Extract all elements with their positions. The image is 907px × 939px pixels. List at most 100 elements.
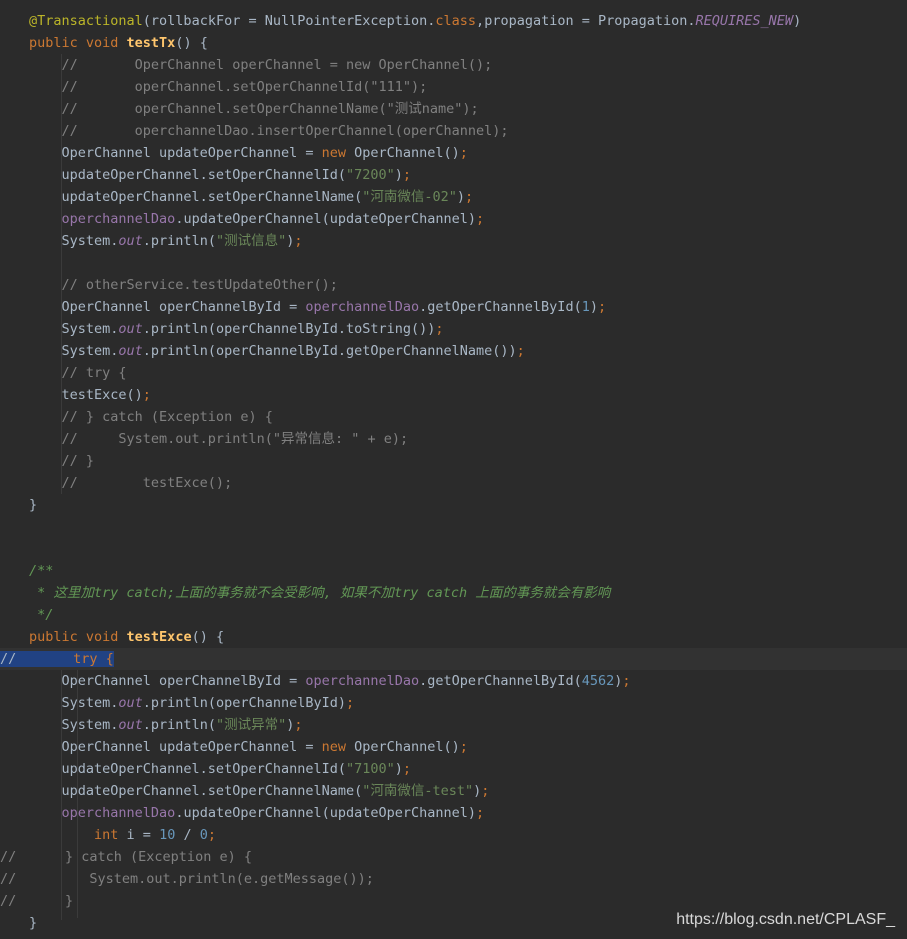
code-line[interactable]: // try { [0, 648, 907, 670]
code-token: updateOperChannel.setOperChannelName( [29, 783, 363, 799]
code-line[interactable]: // try { [0, 362, 907, 384]
code-token: ; [294, 717, 303, 733]
code-token: ; [346, 695, 355, 711]
code-line[interactable] [0, 252, 907, 274]
code-line[interactable] [0, 516, 907, 538]
code-token: public void [29, 629, 127, 645]
code-token: ; [597, 299, 607, 315]
code-token: .println( [142, 717, 216, 733]
code-line[interactable]: // operChannel.setOperChannelId("111"); [0, 76, 907, 98]
code-token: OperChannel() [354, 739, 460, 755]
watermark-text: https://blog.csdn.net/CPLASF_ [676, 911, 895, 928]
code-token: */ [29, 607, 54, 623]
code-token: ;上面的事务就不会受影响, 如果不加 [167, 585, 394, 601]
code-token: ) [589, 299, 598, 315]
code-token: System. [29, 343, 119, 359]
code-token: 4562 [581, 673, 615, 689]
code-token: 0 [199, 827, 208, 843]
code-line[interactable]: } [0, 494, 907, 516]
code-token: int [94, 827, 127, 843]
code-token: new [321, 145, 355, 161]
code-line[interactable]: OperChannel updateOperChannel = new Oper… [0, 736, 907, 758]
code-line[interactable]: // operChannel.setOperChannelName("测试nam… [0, 98, 907, 120]
code-token: OperChannel updateOperChannel = [29, 739, 322, 755]
code-line[interactable]: // } [0, 450, 907, 472]
code-token: // operChannel.setOperChannelId("111"); [29, 79, 428, 95]
code-token: "河南微信-test" [362, 783, 474, 799]
code-token: () { [175, 35, 208, 51]
code-line[interactable]: System.out.println(operChannelById.getOp… [0, 340, 907, 362]
code-line[interactable]: public void testExce() { [0, 626, 907, 648]
code-editor[interactable]: @Transactional(rollbackFor = NullPointer… [0, 0, 907, 939]
code-token: ; [207, 827, 216, 843]
code-token: ; [516, 343, 525, 359]
code-line[interactable]: public void testTx() { [0, 32, 907, 54]
code-token: ; [402, 167, 412, 183]
code-token: "7100" [345, 761, 395, 777]
code-line[interactable]: OperChannel updateOperChannel = new Oper… [0, 142, 907, 164]
code-token: ; [481, 783, 490, 799]
code-token: * 这里加 [29, 585, 94, 601]
code-line[interactable]: updateOperChannel.setOperChannelName("河南… [0, 780, 907, 802]
code-line[interactable]: // operchannelDao.insertOperChannel(oper… [0, 120, 907, 142]
code-line[interactable]: */ [0, 604, 907, 626]
code-token: ; [476, 805, 485, 821]
code-token: REQUIRES_NEW [695, 13, 794, 29]
code-line[interactable]: // } catch (Exception e) { [0, 406, 907, 428]
code-token: (rollbackFor = NullPointerException. [142, 13, 436, 29]
code-token: OperChannel operChannelById = [29, 673, 306, 689]
code-token: ) [456, 189, 466, 205]
code-line[interactable]: int i = 10 / 0; [0, 824, 907, 846]
code-token: .updateOperChannel(updateOperChannel) [175, 211, 477, 227]
code-line[interactable]: updateOperChannel.setOperChannelName("河南… [0, 186, 907, 208]
code-token: updateOperChannel.setOperChannelName( [29, 189, 363, 205]
code-token: "测试信息" [215, 233, 287, 249]
code-token: testTx [126, 35, 176, 51]
code-token: operchannelDao [305, 299, 420, 315]
code-line[interactable]: // System.out.println(e.getMessage()); [0, 868, 907, 890]
code-line[interactable]: // otherService.testUpdateOther(); [0, 274, 907, 296]
code-token: ; [142, 387, 151, 403]
code-token: out [118, 321, 143, 337]
code-token: OperChannel updateOperChannel = [29, 145, 322, 161]
code-line[interactable] [0, 538, 907, 560]
code-line[interactable]: testExce(); [0, 384, 907, 406]
code-line[interactable]: OperChannel operChannelById = operchanne… [0, 670, 907, 692]
code-token: updateOperChannel.setOperChannelId( [29, 761, 346, 777]
code-line[interactable]: System.out.println("测试异常"); [0, 714, 907, 736]
code-line[interactable]: // System.out.println("异常信息: " + e); [0, 428, 907, 450]
code-token: .getOperChannelById( [419, 673, 582, 689]
code-token: try catch [393, 585, 476, 601]
code-token: public void [29, 35, 127, 51]
code-token: operchannelDao [61, 211, 176, 227]
code-line[interactable]: @Transactional(rollbackFor = NullPointer… [0, 10, 907, 32]
code-line[interactable]: // OperChannel operChannel = new OperCha… [0, 54, 907, 76]
code-line[interactable]: System.out.println("测试信息"); [0, 230, 907, 252]
code-token: System. [29, 321, 119, 337]
code-token: updateOperChannel.setOperChannelId( [29, 167, 346, 183]
code-line[interactable]: operchannelDao.updateOperChannel(updateO… [0, 208, 907, 230]
code-line[interactable]: updateOperChannel.setOperChannelId("7100… [0, 758, 907, 780]
code-line[interactable]: /** [0, 560, 907, 582]
code-token: ; [459, 145, 468, 161]
code-token: // operchannelDao.insertOperChannel(oper… [29, 123, 509, 139]
code-line[interactable]: operchannelDao.updateOperChannel(updateO… [0, 802, 907, 824]
code-line[interactable]: System.out.println(operChannelById); [0, 692, 907, 714]
code-line[interactable]: // testExce(); [0, 472, 907, 494]
code-line[interactable]: // } catch (Exception e) { [0, 846, 907, 868]
code-token: System. [29, 695, 119, 711]
code-line[interactable]: * 这里加try catch;上面的事务就不会受影响, 如果不加try catc… [0, 582, 907, 604]
code-line[interactable]: // } [0, 890, 907, 912]
code-token: "河南微信-02" [362, 189, 457, 205]
code-token: .getOperChannelById( [419, 299, 582, 315]
code-token: class [435, 13, 477, 29]
code-line[interactable]: updateOperChannel.setOperChannelId("7200… [0, 164, 907, 186]
code-token: ; [622, 673, 631, 689]
code-line[interactable]: System.out.println(operChannelById.toStr… [0, 318, 907, 340]
code-token: /** [29, 563, 54, 579]
code-line[interactable]: OperChannel operChannelById = operchanne… [0, 296, 907, 318]
code-token: // } catch (Exception e) { [0, 849, 252, 865]
code-token: ) [394, 761, 403, 777]
code-token: ; [459, 739, 468, 755]
